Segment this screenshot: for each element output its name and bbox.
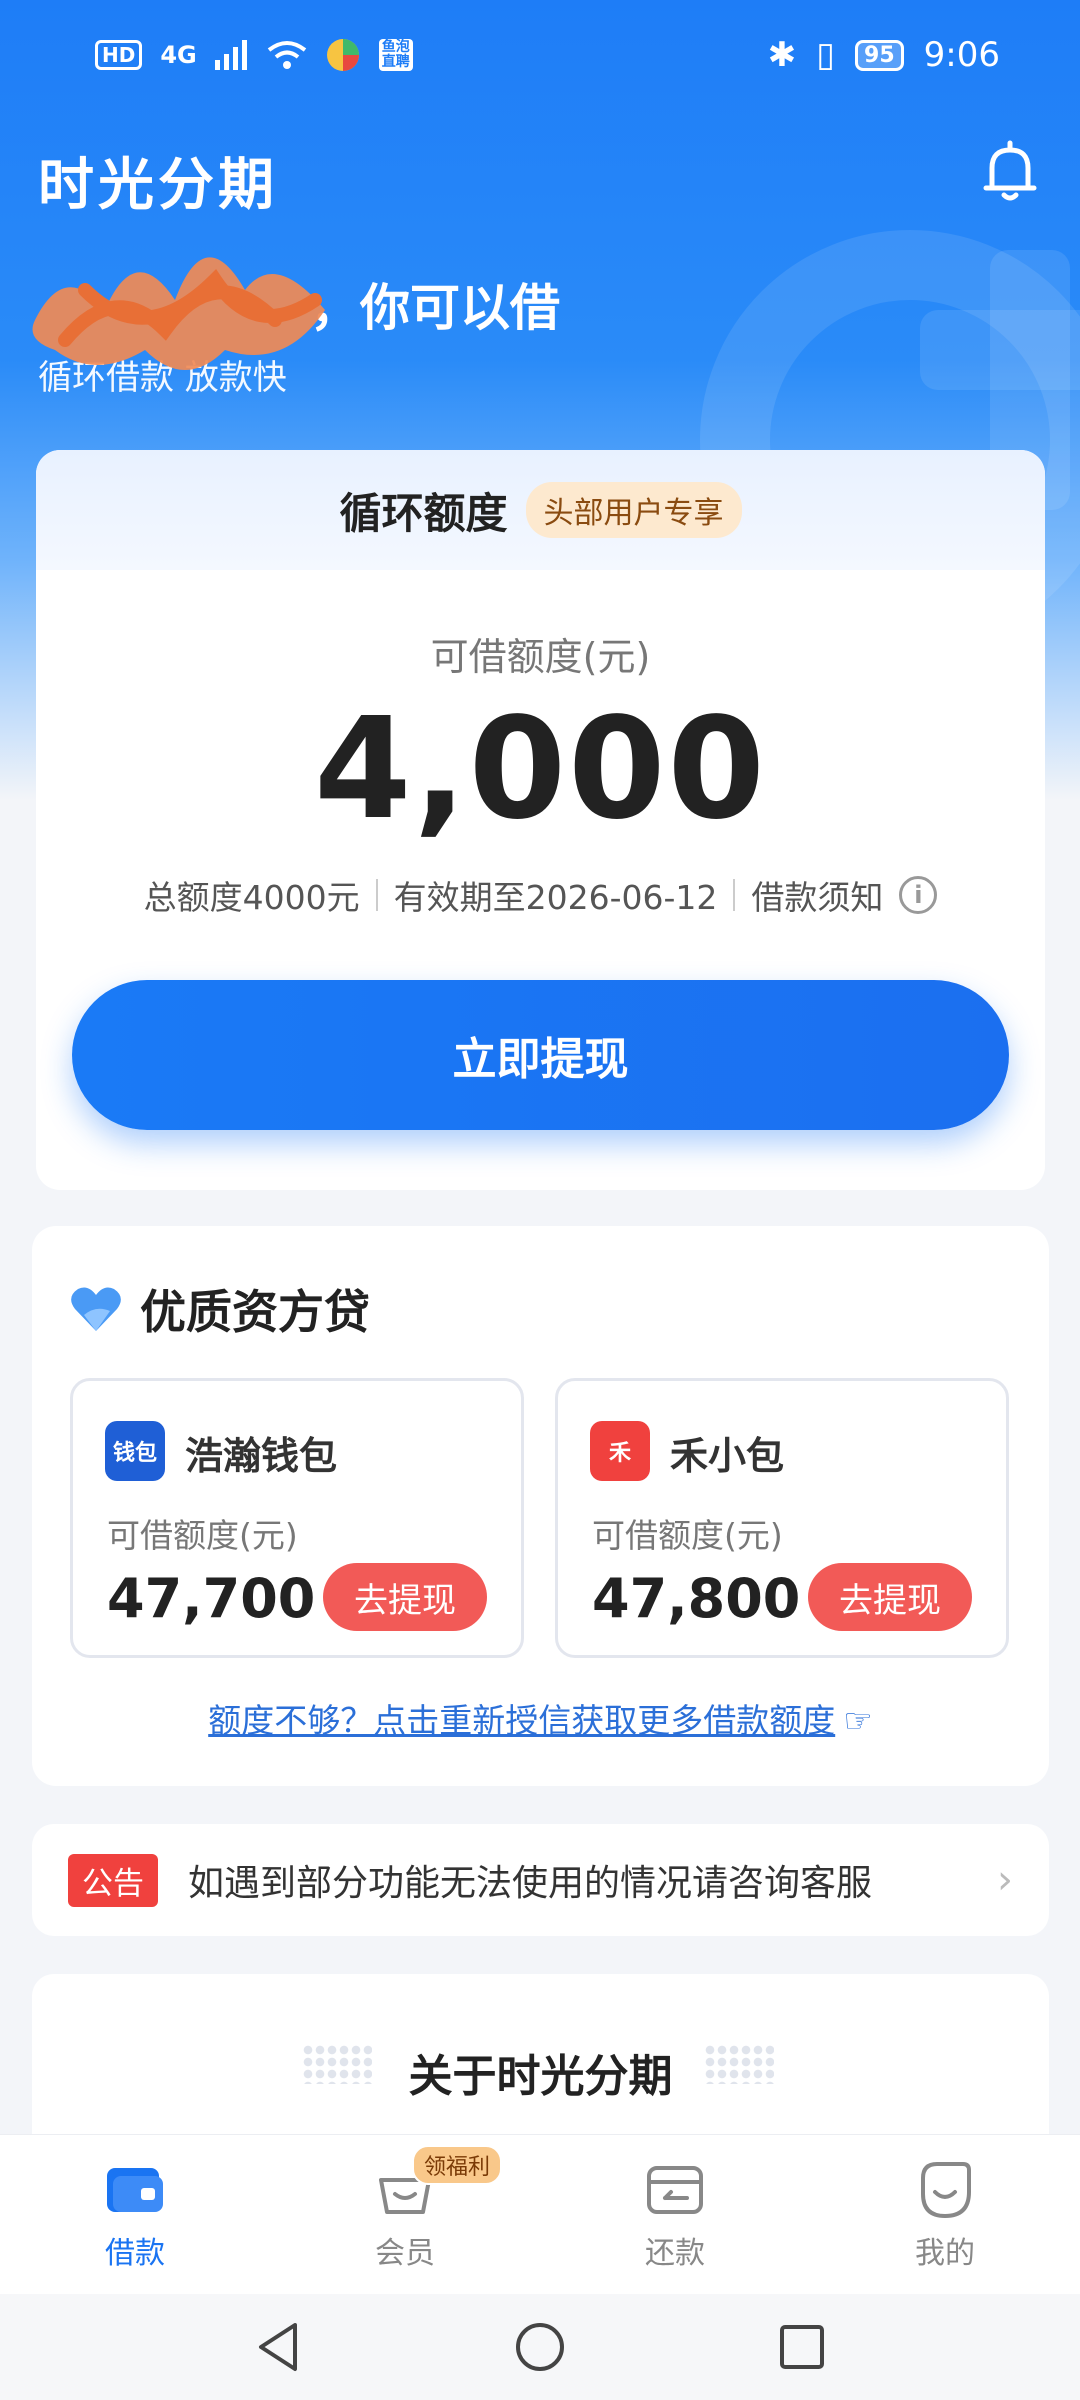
hexiaobao-logo-icon: 禾	[590, 1421, 650, 1481]
back-triangle-icon[interactable]	[253, 2319, 303, 2375]
status-bar: HD 4G 鱼泡 直聘 ✱ ▯ 95 9:06	[0, 0, 1080, 110]
about-title: 关于时光分期	[408, 2051, 673, 2102]
network-type: 4G	[160, 41, 197, 69]
profile-icon	[921, 2161, 971, 2218]
partner-name: 浩瀚钱包	[185, 1434, 338, 1478]
valid-until: 有效期至2026-06-12	[393, 878, 718, 917]
app-notification-icon	[326, 39, 359, 71]
partner-withdraw-button[interactable]: 去提现	[323, 1563, 487, 1631]
home-circle-icon[interactable]	[513, 2320, 567, 2374]
partner-title-text: 优质资方贷	[140, 1285, 370, 1339]
chevron-right-icon: ›	[997, 1857, 1013, 1903]
haohan-wallet-logo-icon: 钱包	[105, 1421, 165, 1481]
bell-icon[interactable]	[980, 140, 1040, 204]
battery-indicator: 95	[855, 39, 904, 71]
available-label: 可借额度(元)	[430, 635, 651, 679]
heart-icon	[71, 1287, 121, 1331]
nav-label: 我的	[915, 2235, 975, 2271]
repay-icon	[647, 2165, 703, 2214]
divider	[733, 879, 736, 911]
credit-card-title: 循环额度	[339, 488, 508, 538]
partner-amount: 47,700	[107, 1567, 316, 1630]
redaction-scribble	[32, 257, 325, 370]
system-nav-bar	[0, 2294, 1080, 2400]
wallet-icon	[107, 2167, 163, 2212]
nav-item-member[interactable]: 领福利 会员	[270, 2135, 540, 2294]
hero-headline: ，你可以借	[310, 279, 560, 337]
notice-text: 如遇到部分功能无法使用的情况请咨询客服	[188, 1863, 873, 1904]
app-badge: 鱼泡 直聘	[378, 39, 413, 71]
recents-square-icon[interactable]	[777, 2322, 827, 2372]
bluetooth-icon: ✱	[767, 35, 797, 75]
nav-badge: 领福利	[412, 2145, 503, 2185]
notice-tag: 公告	[68, 1853, 158, 1907]
decorative-bar	[920, 310, 1080, 390]
nav-item-mine[interactable]: 我的	[810, 2135, 1080, 2294]
notice-bar[interactable]: 公告 如遇到部分功能无法使用的情况请咨询客服 ›	[32, 1824, 1049, 1936]
partner-card[interactable]: 禾 禾小包 可借额度(元) 47,800 去提现	[555, 1378, 1009, 1658]
signal-icon	[214, 40, 247, 70]
vip-tag: 头部用户专享	[525, 482, 742, 538]
divider	[375, 879, 378, 911]
status-right: ✱ ▯ 95 9:06	[768, 35, 1000, 75]
available-amount: 4,000	[314, 688, 767, 851]
partner-label: 可借额度(元)	[107, 1516, 298, 1555]
vibrate-icon: ▯	[816, 35, 836, 75]
hd-indicator: HD	[95, 40, 143, 70]
decorative-dots	[704, 2044, 774, 2084]
status-left: HD 4G 鱼泡 直聘	[95, 37, 413, 73]
credit-info-row: 总额度4000元 有效期至2026-06-12 借款须知 i	[36, 871, 1045, 919]
partner-label: 可借额度(元)	[592, 1516, 783, 1555]
total-limit: 总额度4000元	[143, 878, 360, 917]
credit-card-header: 循环额度 头部用户专享	[36, 450, 1045, 570]
credit-limit-card: 循环额度 头部用户专享 可借额度(元) 4,000 总额度4000元 有效期至2…	[36, 450, 1045, 1190]
partner-section-title: 优质资方贷	[70, 1276, 370, 1342]
pointing-hand-icon: ☞	[843, 1701, 873, 1740]
nav-item-loan[interactable]: 借款	[0, 2135, 270, 2294]
partner-card[interactable]: 钱包 浩瀚钱包 可借额度(元) 47,700 去提现	[70, 1378, 524, 1658]
about-section: 关于时光分期	[32, 1974, 1049, 2134]
bottom-nav: 借款 领福利 会员 还款 我的	[0, 2134, 1080, 2294]
partner-withdraw-button[interactable]: 去提现	[808, 1563, 972, 1631]
wifi-icon	[267, 41, 306, 69]
nav-item-repay[interactable]: 还款	[540, 2135, 810, 2294]
partner-name: 禾小包	[670, 1434, 785, 1478]
info-icon[interactable]: i	[899, 876, 938, 914]
more-credit-link-text[interactable]: 额度不够？点击重新授信获取更多借款额度	[208, 1701, 835, 1740]
nav-label: 还款	[645, 2235, 705, 2271]
loan-notice-link[interactable]: 借款须知	[751, 871, 883, 919]
withdraw-button[interactable]: 立即提现	[72, 980, 1009, 1130]
partner-amount: 47,800	[592, 1567, 801, 1630]
partner-section: 优质资方贷 钱包 浩瀚钱包 可借额度(元) 47,700 去提现 禾 禾小包 可…	[32, 1226, 1049, 1786]
nav-label: 会员	[375, 2235, 435, 2271]
nav-label: 借款	[105, 2235, 165, 2271]
clock: 9:06	[923, 35, 1000, 75]
more-credit-link[interactable]: 额度不够？点击重新授信获取更多借款额度 ☞	[32, 1694, 1049, 1742]
